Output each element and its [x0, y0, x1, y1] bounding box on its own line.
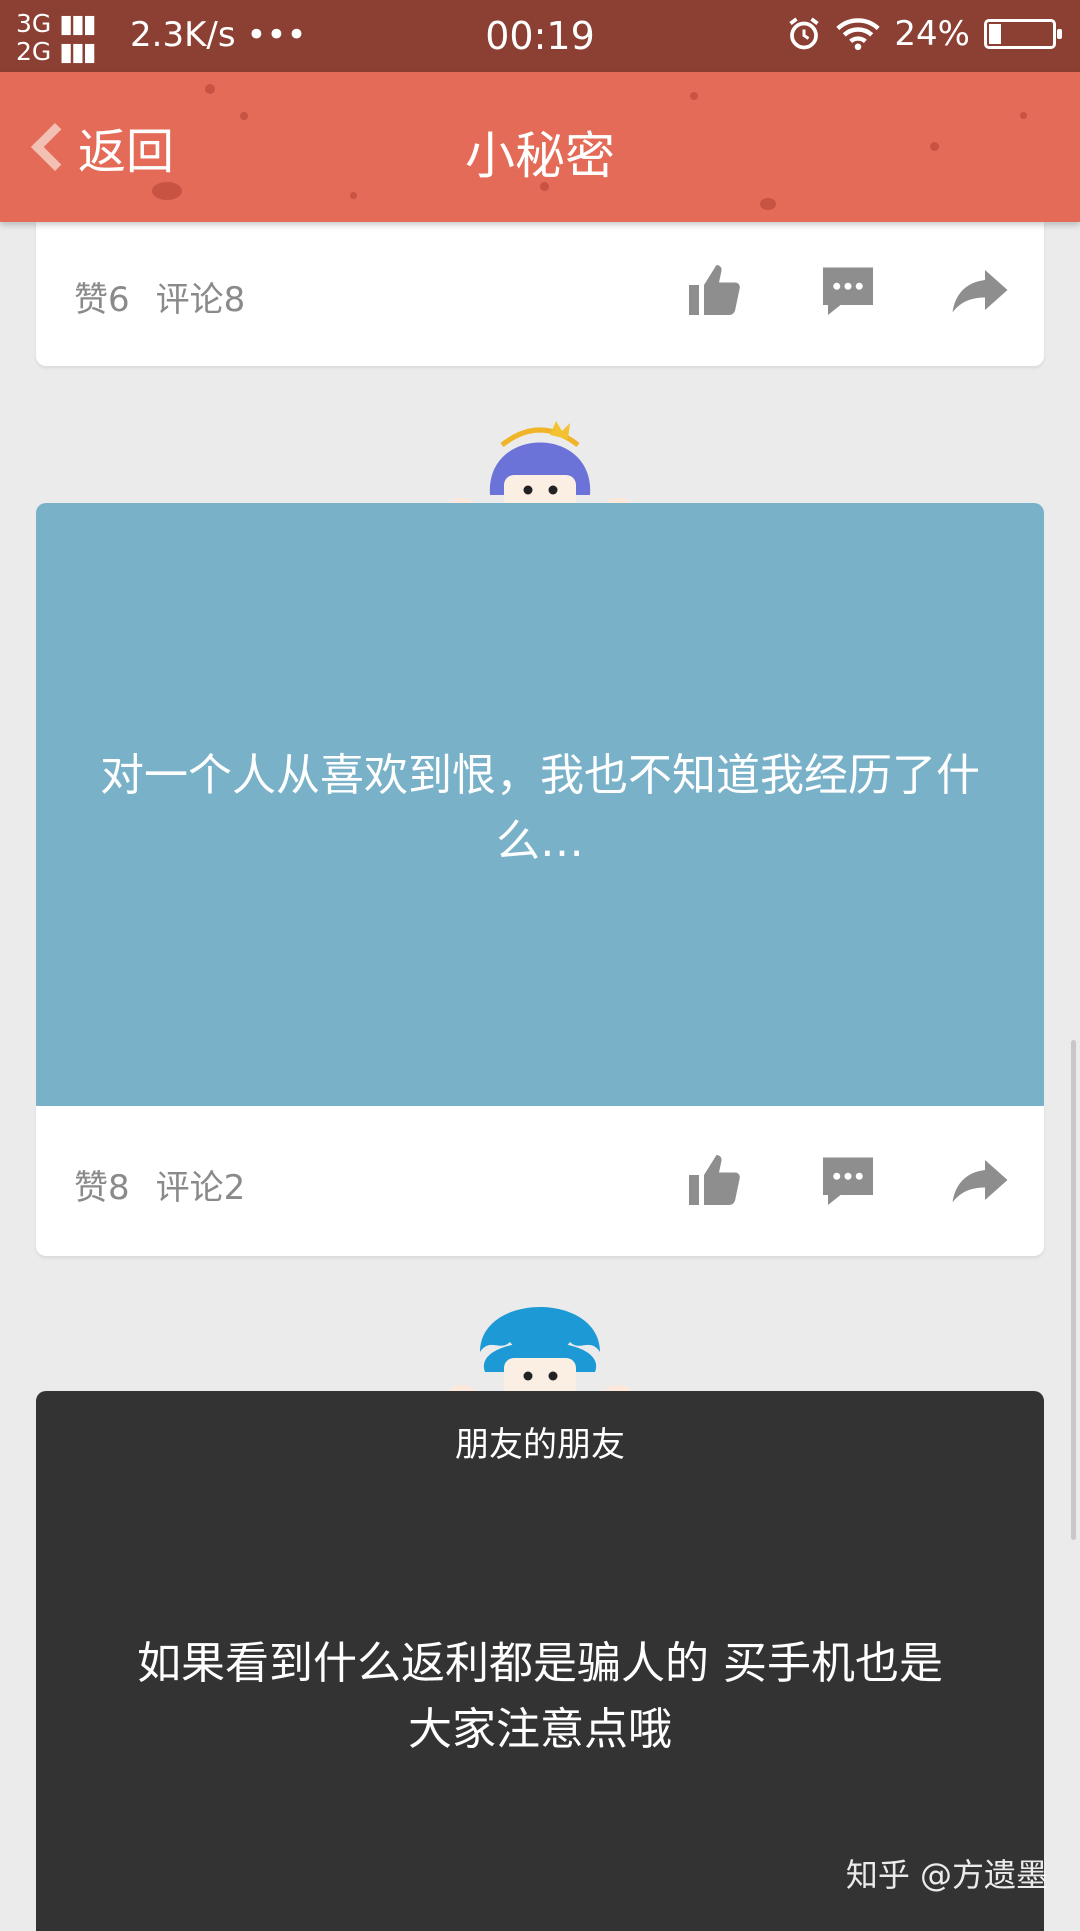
comment-icon[interactable] — [818, 260, 878, 320]
post-text: 对一个人从喜欢到恨，我也不知道我经历了什么… — [100, 750, 980, 867]
page-title: 小秘密 — [465, 127, 615, 185]
battery-percent: 24% — [894, 14, 970, 54]
wifi-icon — [836, 18, 881, 51]
post-actions: 赞8 评论2 — [36, 1106, 1044, 1256]
status-bar: 3G ▮▮▮ 2G ▮▮▮ 2.3K/s ••• 00:19 24% — [0, 0, 1080, 72]
alarm-icon — [789, 17, 820, 50]
app-header: 返回 小秘密 — [0, 72, 1080, 222]
share-icon[interactable] — [950, 260, 1010, 320]
like-count: 赞8 — [74, 1168, 130, 1208]
comment-count: 评论8 — [155, 280, 246, 320]
thumbs-up-icon[interactable] — [684, 1150, 744, 1210]
like-count: 赞6 — [74, 280, 130, 320]
comment-count: 评论2 — [155, 1168, 246, 1208]
watermark: 知乎 @方遗墨 — [845, 1856, 1048, 1894]
post-text: 如果看到什么返利都是骗人的 买手机也是 大家注意点哦 — [137, 1638, 943, 1755]
battery-icon — [984, 19, 1062, 49]
share-icon[interactable] — [950, 1150, 1010, 1210]
comment-icon[interactable] — [818, 1150, 878, 1210]
post-card[interactable]: 对一个人从喜欢到恨，我也不知道我经历了什么… — [36, 503, 1044, 1106]
post-source-tag: 朋友的朋友 — [455, 1425, 625, 1465]
thumbs-up-icon[interactable] — [684, 260, 744, 320]
post-actions: 赞6 评论8 — [36, 222, 1044, 366]
scrollbar[interactable] — [1071, 1040, 1076, 1540]
